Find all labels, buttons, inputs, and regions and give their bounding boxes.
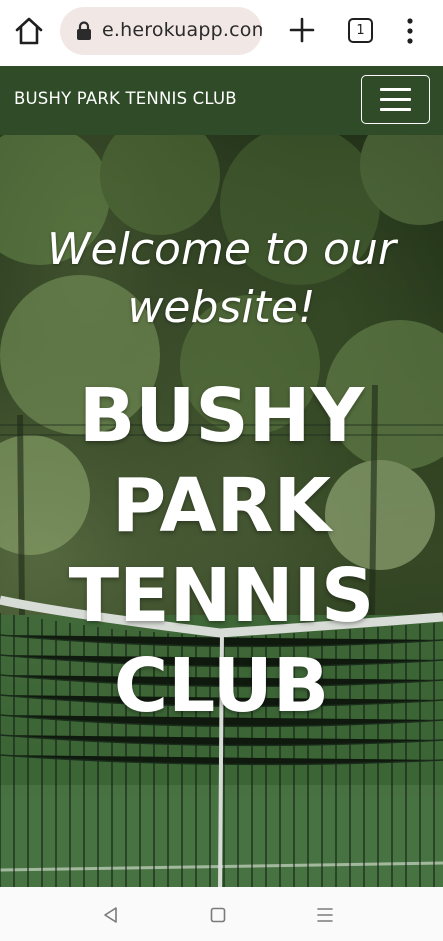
hero-title-line: TENNIS	[68, 553, 375, 639]
back-icon[interactable]	[102, 906, 120, 924]
hamburger-icon-bar	[380, 98, 411, 101]
hamburger-icon-bar	[380, 108, 411, 111]
home-square-icon[interactable]	[210, 907, 226, 923]
hero-title-line: CLUB	[113, 643, 330, 729]
hero-welcome-line: website!	[127, 282, 316, 333]
hero-welcome-line: Welcome to our	[47, 224, 396, 275]
hero-title-line: BUSHY	[78, 373, 365, 459]
tab-switcher-button[interactable]: 1	[348, 18, 373, 43]
vertical-dots-icon[interactable]	[402, 16, 418, 46]
home-icon[interactable]	[12, 14, 46, 48]
url-text: e.herokuapp.com	[102, 19, 262, 41]
system-navigation-bar	[0, 887, 443, 941]
site-navbar: BUSHY PARK TENNIS CLUB	[0, 66, 443, 135]
tab-count: 1	[356, 23, 365, 38]
browser-toolbar: e.herokuapp.com 1	[0, 0, 443, 66]
plus-icon[interactable]	[286, 14, 318, 46]
hamburger-menu-button[interactable]	[361, 75, 430, 124]
address-bar[interactable]: e.herokuapp.com	[60, 7, 262, 55]
lock-icon	[76, 21, 92, 41]
site-brand-link[interactable]: BUSHY PARK TENNIS CLUB	[14, 89, 237, 108]
hero-section: Welcome to our website! BUSHY PARK TENNI…	[0, 135, 443, 887]
hamburger-icon	[380, 88, 411, 91]
hero-welcome-heading: Welcome to our website!	[0, 221, 443, 337]
hero-title: BUSHY PARK TENNIS CLUB	[0, 371, 443, 731]
hero-title-line: PARK	[111, 463, 332, 549]
recents-icon[interactable]	[316, 907, 334, 923]
